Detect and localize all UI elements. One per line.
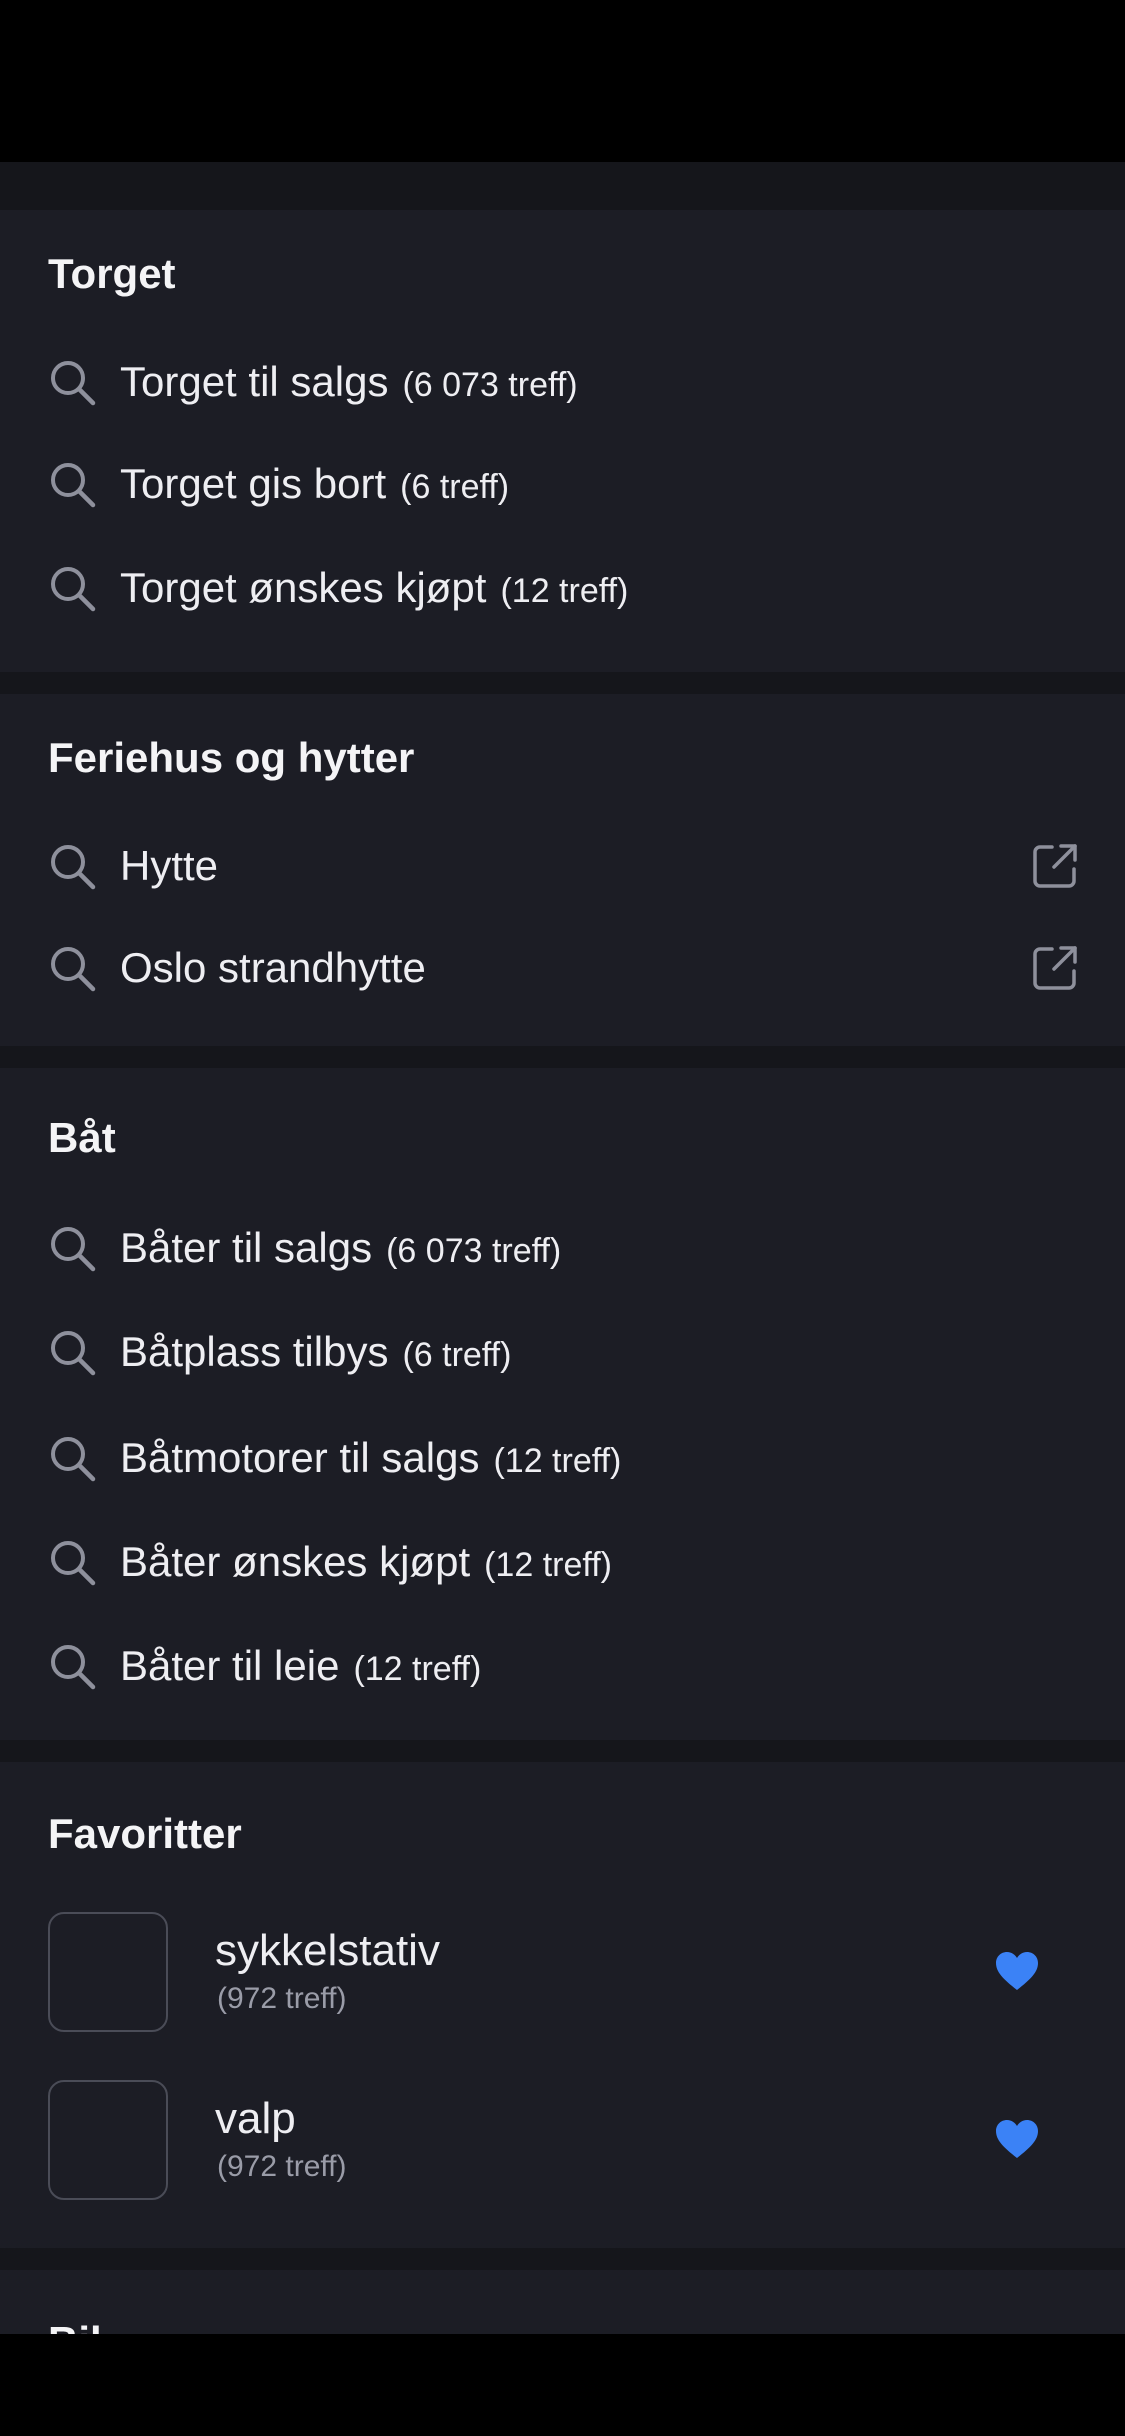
section-feriehus: Feriehus og hytter Hytte Oslo strandhytt… [0,694,1125,1046]
heart-icon[interactable] [994,1950,1040,1992]
suggestion-hytte[interactable]: Hytte [0,818,1125,914]
favorite-thumbnail [48,1912,168,2032]
suggestion-count: (6 073 treff) [402,366,578,404]
section-torget: Torget Torget til salgs (6 073 treff) Tor… [0,210,1125,672]
section-bil: Bil [0,2270,1125,2334]
section-favoritter: Favoritter sykkelstativ (972 treff) valp… [0,1762,1125,2248]
favorite-title: valp [215,2094,296,2143]
suggestion-count: (12 treff) [493,1442,622,1480]
search-icon [51,567,96,612]
section-title: Bil [48,2318,102,2334]
heart-icon[interactable] [994,2118,1040,2160]
suggestion-torget-gis-bort[interactable]: Torget gis bort (6 treff) [0,436,1125,532]
favorite-thumbnail [48,2080,168,2200]
suggestion-label: Oslo strandhytte [120,944,426,991]
suggestion-label: Torget ønskes kjøpt [120,564,487,611]
suggestion-torget-onskes-kjopt[interactable]: Torget ønskes kjøpt (12 treff) [0,540,1125,636]
suggestion-label: Båtplass tilbys [120,1328,389,1375]
status-bar [0,0,1125,162]
suggestion-label: Båtmotorer til salgs [120,1434,480,1481]
suggestion-bater-onskes-kjopt[interactable]: Båter ønskes kjøpt (12 treff) [0,1514,1125,1610]
favorite-item-valp[interactable]: valp (972 treff) [0,2080,1125,2202]
suggestion-label: Torget gis bort [120,460,387,507]
favorite-count: (972 treff) [217,1982,347,2015]
suggestion-label: Båter til salgs [120,1224,373,1271]
suggestion-label: Torget til salgs [120,358,389,405]
section-title: Feriehus og hytter [48,734,415,781]
search-icon [51,1437,96,1482]
bottom-bar [0,2334,1125,2436]
section-title: Favoritter [48,1810,242,1857]
search-icon [51,1645,96,1690]
external-link-icon[interactable] [1030,841,1080,891]
suggestion-label: Båter ønskes kjøpt [120,1538,471,1585]
search-icon [51,845,96,890]
suggestion-bater-til-salgs[interactable]: Båter til salgs (6 073 treff) [0,1200,1125,1296]
search-icon [51,1541,96,1586]
search-icon [51,361,96,406]
suggestion-count: (12 treff) [484,1546,612,1584]
suggestion-bater-til-leie[interactable]: Båter til leie (12 treff) [0,1618,1125,1714]
suggestion-count: (6 treff) [400,468,510,506]
favorite-count: (972 treff) [217,2150,347,2183]
suggestion-label: Hytte [120,842,219,889]
suggestion-batplass-tilbys[interactable]: Båtplass tilbys (6 treff) [0,1304,1125,1400]
suggestion-batmotorer-til-salgs[interactable]: Båtmotorer til salgs (12 treff) [0,1410,1125,1506]
section-title: Båt [48,1114,116,1161]
search-icon [51,1227,96,1272]
suggestion-oslo-strandhytte[interactable]: Oslo strandhytte [0,920,1125,1016]
external-link-icon[interactable] [1030,943,1080,993]
search-icon [51,1331,96,1376]
search-icon [51,463,96,508]
suggestion-count: (12 treff) [500,572,629,610]
suggestion-count: (6 treff) [402,1336,512,1374]
favorite-title: sykkelstativ [215,1926,440,1975]
suggestion-count: (12 treff) [353,1650,482,1688]
search-suggestions: Torget Torget til salgs (6 073 treff) Tor… [0,162,1125,2334]
section-bat: Båt Båter til salgs (6 073 treff) Båtplas… [0,1068,1125,1740]
search-icon [51,947,96,992]
section-title: Torget [48,250,176,297]
suggestion-label: Båter til leie [120,1642,340,1689]
favorite-item-sykkelstativ[interactable]: sykkelstativ (972 treff) [0,1912,1125,2034]
suggestion-torget-til-salgs[interactable]: Torget til salgs (6 073 treff) [0,334,1125,430]
suggestion-count: (6 073 treff) [386,1232,562,1270]
